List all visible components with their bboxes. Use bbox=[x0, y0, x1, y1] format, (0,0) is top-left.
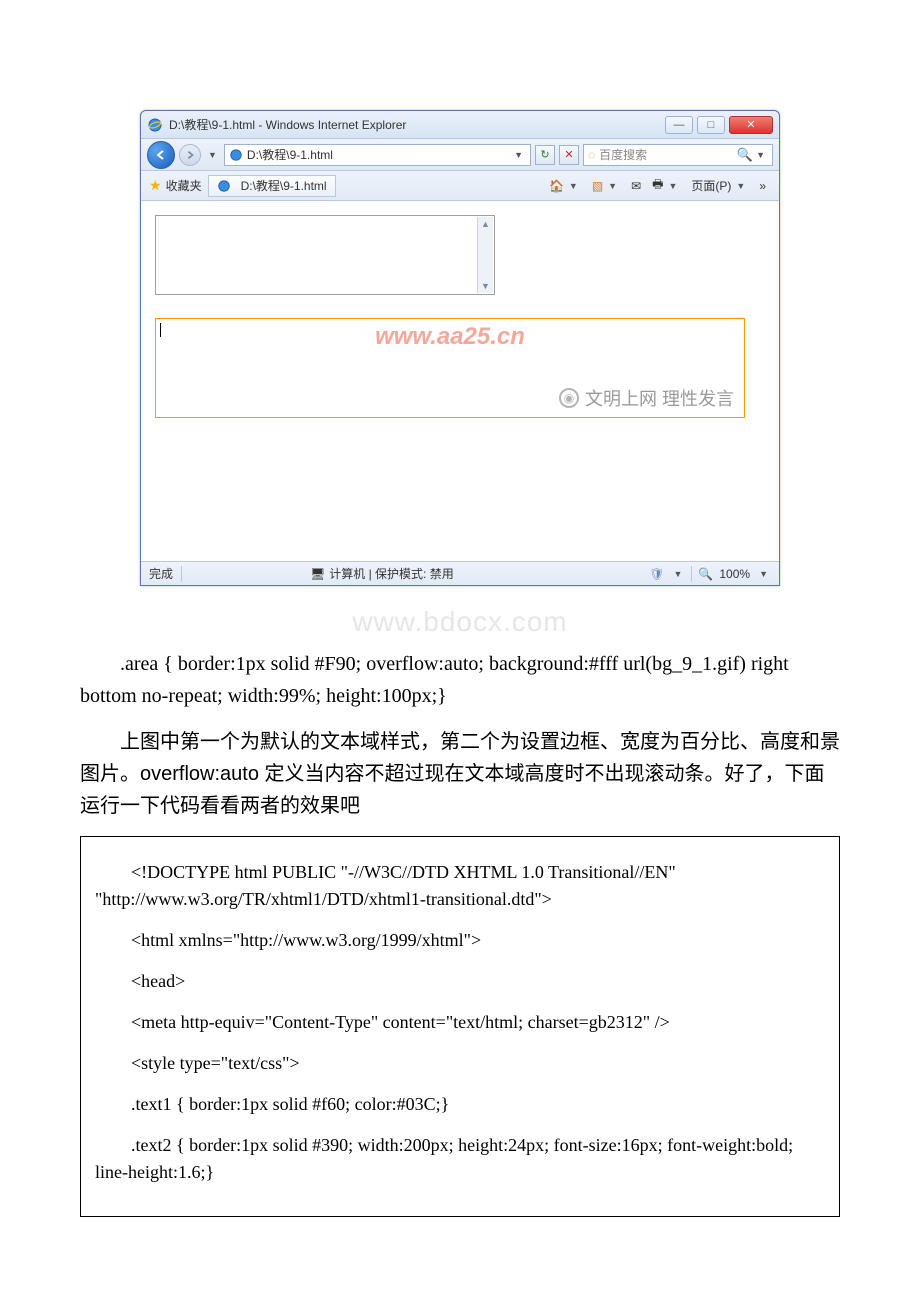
forward-button[interactable] bbox=[179, 144, 201, 166]
textarea-default-wrap bbox=[155, 215, 495, 295]
doc-watermark: www.bdocx.com bbox=[80, 606, 840, 638]
ie-window: D:\教程\9-1.html - Windows Internet Explor… bbox=[140, 110, 780, 586]
code-box: <!DOCTYPE html PUBLIC "-//W3C//DTD XHTML… bbox=[80, 836, 840, 1217]
zone-info: 🖥 计算机 | 保护模式: 禁用 bbox=[310, 565, 454, 582]
address-bar[interactable]: D:\教程\9-1.html ▼ bbox=[224, 144, 531, 166]
text-cursor bbox=[160, 323, 161, 337]
scrollbar-icon[interactable] bbox=[477, 217, 493, 293]
star-icon: ★ bbox=[149, 177, 162, 194]
code-line: .text1 { border:1px solid #f60; color:#0… bbox=[95, 1091, 825, 1118]
feeds-button[interactable]: ▧▼ bbox=[587, 175, 625, 197]
chevron-right-icon: » bbox=[759, 179, 766, 193]
page-icon bbox=[229, 148, 243, 162]
page-menu-label: 页面(P) bbox=[691, 177, 731, 194]
print-button[interactable]: 🖶▼ bbox=[647, 175, 685, 197]
zone-text: 计算机 | 保护模式: 禁用 bbox=[329, 565, 453, 582]
tab-label: D:\教程\9-1.html bbox=[241, 177, 327, 194]
globe-icon: ◉ bbox=[559, 388, 579, 408]
search-bar[interactable]: ◌ 百度搜索 🔍 ▼ bbox=[583, 144, 773, 166]
status-done: 完成 bbox=[149, 565, 173, 582]
textarea-styled[interactable]: www.aa25.cn ◉ 文明上网 理性发言 bbox=[155, 318, 745, 418]
code-line: <style type="text/css"> bbox=[95, 1050, 825, 1077]
search-dropdown-icon[interactable]: ▼ bbox=[753, 150, 768, 160]
home-icon: 🏠 bbox=[549, 179, 564, 193]
protected-mode-icon[interactable]: 🛡 bbox=[649, 567, 664, 581]
back-button[interactable] bbox=[147, 141, 175, 169]
css-code-line: .area { border:1px solid #F90; overflow:… bbox=[80, 648, 840, 712]
tab-icon bbox=[217, 179, 231, 193]
history-dropdown-icon[interactable]: ▼ bbox=[205, 150, 220, 160]
address-dropdown-icon[interactable]: ▼ bbox=[511, 150, 526, 160]
computer-icon: 🖥 bbox=[310, 567, 325, 581]
rss-icon: ▧ bbox=[592, 179, 603, 193]
explanation-paragraph: 上图中第一个为默认的文本域样式，第二个为设置边框、宽度为百分比、高度和景图片。o… bbox=[80, 726, 840, 822]
titlebar: D:\教程\9-1.html - Windows Internet Explor… bbox=[141, 111, 779, 139]
status-bar: 完成 🖥 计算机 | 保护模式: 禁用 🛡▼ 🔍 100% ▼ bbox=[141, 561, 779, 585]
home-button[interactable]: 🏠▼ bbox=[544, 175, 586, 197]
address-text: D:\教程\9-1.html bbox=[247, 146, 333, 163]
watermark-text: www.aa25.cn bbox=[375, 323, 525, 351]
search-placeholder: 百度搜索 bbox=[599, 146, 647, 163]
stop-button[interactable]: ✕ bbox=[559, 145, 579, 165]
nav-row: ▼ D:\教程\9-1.html ▼ ↻ ✕ ◌ 百度搜索 🔍 ▼ bbox=[141, 139, 779, 171]
search-provider-icon: ◌ bbox=[588, 148, 595, 162]
more-button[interactable]: » bbox=[754, 175, 771, 197]
page-menu-button[interactable]: 页面(P)▼ bbox=[686, 175, 753, 197]
window-title: D:\教程\9-1.html - Windows Internet Explor… bbox=[169, 116, 665, 133]
code-line: <head> bbox=[95, 968, 825, 995]
search-icon[interactable]: 🔍 bbox=[737, 147, 753, 163]
civilized-text: 文明上网 理性发言 bbox=[585, 385, 734, 411]
minimize-button[interactable]: — bbox=[665, 116, 693, 134]
code-line: <html xmlns="http://www.w3.org/1999/xhtm… bbox=[95, 927, 825, 954]
civilized-hint: ◉ 文明上网 理性发言 bbox=[559, 385, 734, 411]
page-content: www.aa25.cn ◉ 文明上网 理性发言 bbox=[141, 201, 779, 561]
ie-logo-icon bbox=[147, 117, 163, 133]
refresh-button[interactable]: ↻ bbox=[535, 145, 555, 165]
zoom-dropdown-icon[interactable]: ▼ bbox=[756, 569, 771, 579]
textarea-default[interactable] bbox=[155, 215, 495, 295]
zoom-value: 100% bbox=[719, 567, 750, 581]
code-line: <!DOCTYPE html PUBLIC "-//W3C//DTD XHTML… bbox=[95, 859, 825, 913]
zoom-icon[interactable]: 🔍 bbox=[698, 567, 713, 581]
code-line: .text2 { border:1px solid #390; width:20… bbox=[95, 1132, 825, 1186]
mail-icon: ✉ bbox=[631, 179, 641, 193]
code-line: <meta http-equiv="Content-Type" content=… bbox=[95, 1009, 825, 1036]
print-icon: 🖶 bbox=[652, 175, 663, 196]
browser-tab[interactable]: D:\教程\9-1.html bbox=[208, 175, 336, 197]
close-button[interactable]: ✕ bbox=[729, 116, 773, 134]
favorites-button[interactable]: ★ 收藏夹 bbox=[149, 177, 202, 194]
mail-button[interactable]: ✉ bbox=[626, 175, 646, 197]
maximize-button[interactable]: □ bbox=[697, 116, 725, 134]
toolbar: ★ 收藏夹 D:\教程\9-1.html 🏠▼ ▧▼ ✉ 🖶▼ 页面(P)▼ » bbox=[141, 171, 779, 201]
favorites-label: 收藏夹 bbox=[166, 177, 202, 194]
